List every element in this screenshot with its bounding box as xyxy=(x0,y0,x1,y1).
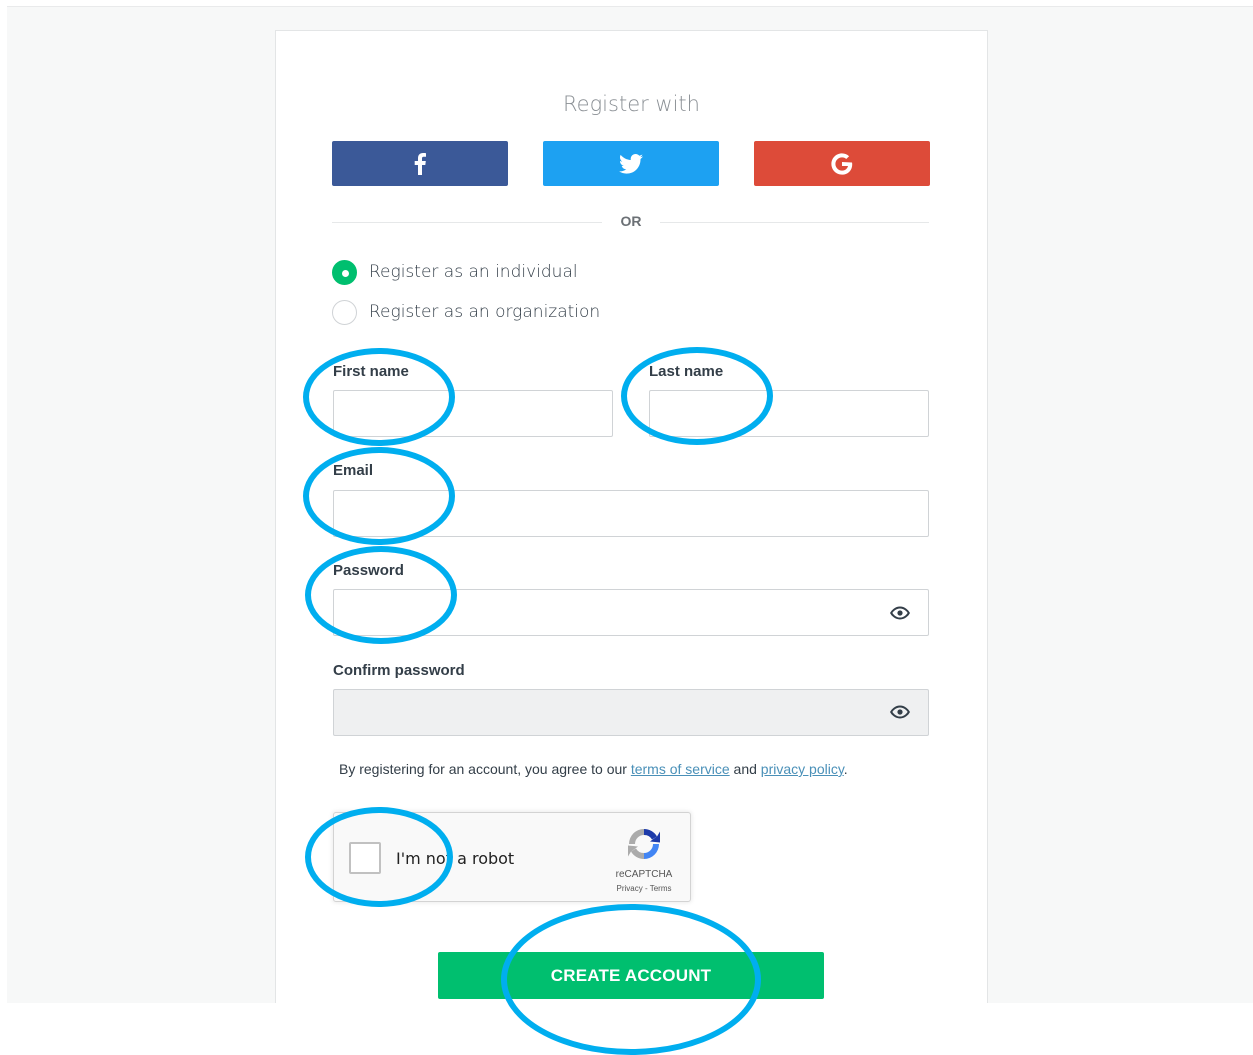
terms-suffix: . xyxy=(843,761,848,777)
google-icon xyxy=(831,152,853,175)
divider-line-right xyxy=(660,222,929,223)
terms-and: and xyxy=(733,761,757,777)
first-name-label: First name xyxy=(333,363,409,380)
password-input[interactable] xyxy=(333,589,929,636)
or-divider-text: OR xyxy=(620,213,642,229)
radio-individual[interactable]: Register as an individual xyxy=(332,258,578,286)
email-input[interactable] xyxy=(333,490,929,537)
radio-button-checked[interactable] xyxy=(332,259,357,285)
recaptcha-brand: reCAPTCHA xyxy=(615,869,673,880)
twitter-button[interactable] xyxy=(543,141,719,186)
recaptcha-checkbox[interactable] xyxy=(349,842,381,874)
confirm-password-input[interactable] xyxy=(333,689,929,736)
email-label: Email xyxy=(333,462,374,479)
radio-organization[interactable]: Register as an organization xyxy=(332,298,600,326)
show-password-eye-icon[interactable] xyxy=(890,603,910,623)
facebook-icon xyxy=(414,152,426,175)
radio-label-individual: Register as an individual xyxy=(369,262,578,282)
create-account-button[interactable]: CREATE ACCOUNT xyxy=(438,952,824,999)
terms-text: By registering for an account, you agree… xyxy=(339,761,848,777)
password-label: Password xyxy=(333,562,404,579)
terms-of-service-link[interactable]: terms of service xyxy=(631,761,730,777)
twitter-icon xyxy=(619,153,643,174)
first-name-input[interactable] xyxy=(333,390,613,437)
recaptcha-widget: I'm not a robot reCAPTCHA Privacy - Term… xyxy=(333,812,691,902)
radio-button-unchecked[interactable] xyxy=(332,299,357,325)
privacy-policy-link[interactable]: privacy policy xyxy=(761,761,844,777)
show-confirm-password-eye-icon[interactable] xyxy=(890,702,910,722)
recaptcha-label: I'm not a robot xyxy=(396,849,515,868)
divider-line-left xyxy=(332,222,602,223)
recaptcha-logo-icon xyxy=(625,825,663,863)
google-button[interactable] xyxy=(754,141,930,186)
confirm-password-label: Confirm password xyxy=(333,662,465,679)
radio-label-organization: Register as an organization xyxy=(369,302,601,322)
last-name-input[interactable] xyxy=(649,390,929,437)
recaptcha-privacy-terms[interactable]: Privacy - Terms xyxy=(602,884,686,893)
register-with-heading: Register with xyxy=(563,92,700,116)
last-name-label: Last name xyxy=(649,363,724,380)
facebook-button[interactable] xyxy=(332,141,508,186)
page-bottom-area xyxy=(0,1003,1253,1055)
terms-prefix: By registering for an account, you agree… xyxy=(339,761,627,777)
